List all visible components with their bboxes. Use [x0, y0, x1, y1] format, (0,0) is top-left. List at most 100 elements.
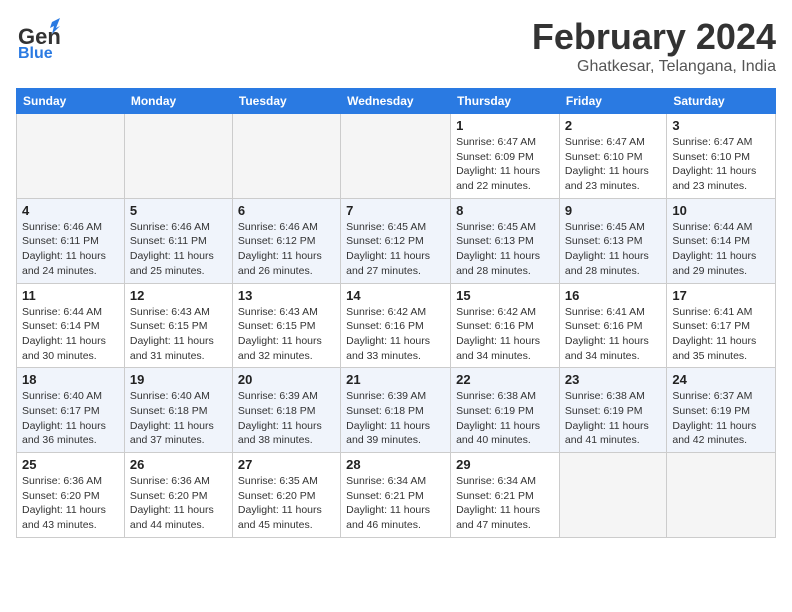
calendar-cell: [17, 114, 125, 199]
day-info: Sunrise: 6:45 AM Sunset: 6:12 PM Dayligh…: [346, 220, 445, 279]
calendar-cell: 7 Sunrise: 6:45 AM Sunset: 6:12 PM Daylig…: [341, 198, 451, 283]
day-number: 25: [22, 457, 119, 472]
calendar-cell: 26 Sunrise: 6:36 AM Sunset: 6:20 PM Dayli…: [124, 453, 232, 538]
calendar-cell: 28Sunrise: 6:34 AM Sunset: 6:21 PM Dayli…: [341, 453, 451, 538]
location-title: Ghatkesar, Telangana, India: [532, 58, 776, 76]
day-number: 17: [672, 288, 770, 303]
day-number: 19: [130, 372, 227, 387]
calendar-cell: 20 Sunrise: 6:39 AM Sunset: 6:18 PM Dayli…: [232, 368, 340, 453]
logo: General Blue: [16, 16, 60, 60]
calendar-cell: 2 Sunrise: 6:47 AM Sunset: 6:10 PM Daylig…: [559, 114, 666, 199]
day-number: 21: [346, 372, 445, 387]
day-number: 7: [346, 203, 445, 218]
day-number: 16: [565, 288, 661, 303]
day-info: Sunrise: 6:39 AM Sunset: 6:18 PM Dayligh…: [238, 389, 335, 448]
day-info: Sunrise: 6:42 AM Sunset: 6:16 PM Dayligh…: [456, 305, 554, 364]
calendar-cell: 17 Sunrise: 6:41 AM Sunset: 6:17 PM Dayli…: [667, 283, 776, 368]
svg-text:Blue: Blue: [18, 45, 53, 60]
calendar-cell: 15 Sunrise: 6:42 AM Sunset: 6:16 PM Dayli…: [451, 283, 560, 368]
day-info: Sunrise: 6:43 AM Sunset: 6:15 PM Dayligh…: [130, 305, 227, 364]
calendar-cell: 16 Sunrise: 6:41 AM Sunset: 6:16 PM Dayli…: [559, 283, 666, 368]
day-number: 5: [130, 203, 227, 218]
day-number: 18: [22, 372, 119, 387]
day-info: Sunrise: 6:47 AM Sunset: 6:09 PM Dayligh…: [456, 135, 554, 194]
calendar-cell: 3 Sunrise: 6:47 AM Sunset: 6:10 PM Daylig…: [667, 114, 776, 199]
logo-icon: General Blue: [16, 16, 60, 60]
day-info: Sunrise: 6:46 AM Sunset: 6:11 PM Dayligh…: [130, 220, 227, 279]
calendar-cell: 1 Sunrise: 6:47 AM Sunset: 6:09 PM Daylig…: [451, 114, 560, 199]
day-number: 3: [672, 118, 770, 133]
day-number: 9: [565, 203, 661, 218]
calendar-cell: [232, 114, 340, 199]
day-info: Sunrise: 6:36 AM Sunset: 6:20 PM Dayligh…: [130, 474, 227, 533]
calendar-cell: 5 Sunrise: 6:46 AM Sunset: 6:11 PM Daylig…: [124, 198, 232, 283]
calendar-cell: 12 Sunrise: 6:43 AM Sunset: 6:15 PM Dayli…: [124, 283, 232, 368]
day-info: Sunrise: 6:40 AM Sunset: 6:17 PM Dayligh…: [22, 389, 119, 448]
day-info: Sunrise: 6:34 AM Sunset: 6:21 PM Dayligh…: [346, 474, 445, 533]
calendar-cell: [341, 114, 451, 199]
calendar-cell: [667, 453, 776, 538]
calendar-cell: 14 Sunrise: 6:42 AM Sunset: 6:16 PM Dayli…: [341, 283, 451, 368]
day-number: 2: [565, 118, 661, 133]
month-title: February 2024: [532, 16, 776, 58]
calendar-week-row: 1 Sunrise: 6:47 AM Sunset: 6:09 PM Daylig…: [17, 114, 776, 199]
day-number: 22: [456, 372, 554, 387]
calendar-week-row: 25 Sunrise: 6:36 AM Sunset: 6:20 PM Dayli…: [17, 453, 776, 538]
day-number: 15: [456, 288, 554, 303]
day-number: 29: [456, 457, 554, 472]
calendar-cell: 27Sunrise: 6:35 AM Sunset: 6:20 PM Dayli…: [232, 453, 340, 538]
day-info: Sunrise: 6:44 AM Sunset: 6:14 PM Dayligh…: [672, 220, 770, 279]
day-info: Sunrise: 6:42 AM Sunset: 6:16 PM Dayligh…: [346, 305, 445, 364]
day-info: Sunrise: 6:38 AM Sunset: 6:19 PM Dayligh…: [456, 389, 554, 448]
day-info: Sunrise: 6:41 AM Sunset: 6:16 PM Dayligh…: [565, 305, 661, 364]
day-info: Sunrise: 6:40 AM Sunset: 6:18 PM Dayligh…: [130, 389, 227, 448]
day-info: Sunrise: 6:46 AM Sunset: 6:11 PM Dayligh…: [22, 220, 119, 279]
weekday-header-wednesday: Wednesday: [341, 89, 451, 114]
title-section: February 2024 Ghatkesar, Telangana, Indi…: [532, 16, 776, 76]
calendar-cell: 10 Sunrise: 6:44 AM Sunset: 6:14 PM Dayli…: [667, 198, 776, 283]
day-number: 12: [130, 288, 227, 303]
day-info: Sunrise: 6:39 AM Sunset: 6:18 PM Dayligh…: [346, 389, 445, 448]
day-info: Sunrise: 6:47 AM Sunset: 6:10 PM Dayligh…: [672, 135, 770, 194]
calendar-cell: 13Sunrise: 6:43 AM Sunset: 6:15 PM Dayli…: [232, 283, 340, 368]
day-info: Sunrise: 6:45 AM Sunset: 6:13 PM Dayligh…: [565, 220, 661, 279]
day-info: Sunrise: 6:46 AM Sunset: 6:12 PM Dayligh…: [238, 220, 335, 279]
day-info: Sunrise: 6:45 AM Sunset: 6:13 PM Dayligh…: [456, 220, 554, 279]
calendar-cell: 8 Sunrise: 6:45 AM Sunset: 6:13 PM Daylig…: [451, 198, 560, 283]
day-number: 1: [456, 118, 554, 133]
weekday-header-friday: Friday: [559, 89, 666, 114]
day-info: Sunrise: 6:41 AM Sunset: 6:17 PM Dayligh…: [672, 305, 770, 364]
day-number: 6: [238, 203, 335, 218]
day-number: 11: [22, 288, 119, 303]
weekday-header-saturday: Saturday: [667, 89, 776, 114]
calendar-cell: 24 Sunrise: 6:37 AM Sunset: 6:19 PM Dayli…: [667, 368, 776, 453]
day-number: 24: [672, 372, 770, 387]
weekday-header-sunday: Sunday: [17, 89, 125, 114]
calendar-week-row: 11Sunrise: 6:44 AM Sunset: 6:14 PM Dayli…: [17, 283, 776, 368]
day-info: Sunrise: 6:47 AM Sunset: 6:10 PM Dayligh…: [565, 135, 661, 194]
calendar-cell: 9 Sunrise: 6:45 AM Sunset: 6:13 PM Daylig…: [559, 198, 666, 283]
day-info: Sunrise: 6:38 AM Sunset: 6:19 PM Dayligh…: [565, 389, 661, 448]
day-number: 8: [456, 203, 554, 218]
day-number: 10: [672, 203, 770, 218]
day-info: Sunrise: 6:37 AM Sunset: 6:19 PM Dayligh…: [672, 389, 770, 448]
day-number: 14: [346, 288, 445, 303]
day-info: Sunrise: 6:34 AM Sunset: 6:21 PM Dayligh…: [456, 474, 554, 533]
calendar-cell: 22 Sunrise: 6:38 AM Sunset: 6:19 PM Dayli…: [451, 368, 560, 453]
calendar-cell: 11Sunrise: 6:44 AM Sunset: 6:14 PM Dayli…: [17, 283, 125, 368]
weekday-header-monday: Monday: [124, 89, 232, 114]
day-number: 26: [130, 457, 227, 472]
calendar-cell: 18 Sunrise: 6:40 AM Sunset: 6:17 PM Dayli…: [17, 368, 125, 453]
calendar-cell: 21 Sunrise: 6:39 AM Sunset: 6:18 PM Dayli…: [341, 368, 451, 453]
weekday-header-thursday: Thursday: [451, 89, 560, 114]
calendar-cell: 4 Sunrise: 6:46 AM Sunset: 6:11 PM Daylig…: [17, 198, 125, 283]
calendar-table: SundayMondayTuesdayWednesdayThursdayFrid…: [16, 88, 776, 538]
calendar-cell: 23Sunrise: 6:38 AM Sunset: 6:19 PM Dayli…: [559, 368, 666, 453]
day-info: Sunrise: 6:36 AM Sunset: 6:20 PM Dayligh…: [22, 474, 119, 533]
calendar-cell: 19 Sunrise: 6:40 AM Sunset: 6:18 PM Dayli…: [124, 368, 232, 453]
calendar-week-row: 4 Sunrise: 6:46 AM Sunset: 6:11 PM Daylig…: [17, 198, 776, 283]
calendar-cell: 25 Sunrise: 6:36 AM Sunset: 6:20 PM Dayli…: [17, 453, 125, 538]
day-number: 4: [22, 203, 119, 218]
weekday-header-row: SundayMondayTuesdayWednesdayThursdayFrid…: [17, 89, 776, 114]
day-number: 20: [238, 372, 335, 387]
